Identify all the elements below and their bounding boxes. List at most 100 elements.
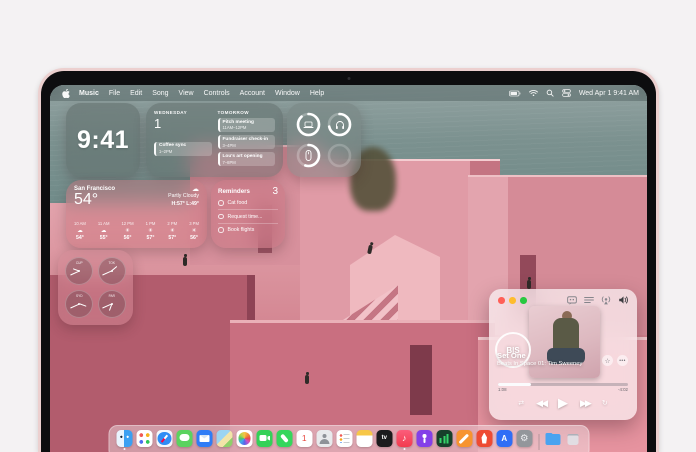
play-button[interactable]: ▶ [558,395,568,411]
dock-icon-playgrounds[interactable] [456,430,473,447]
event-time: 3–4PM [223,143,273,148]
reminder-checkbox[interactable] [218,214,224,220]
dock-icon-rocket[interactable] [476,430,493,447]
reminders-header: Reminders 3 [218,186,278,197]
weather-widget[interactable]: San Francisco 54° ☁ Partly Cloudy H:57° … [66,180,207,248]
calendar-event[interactable]: Pitch meeting 11AM–12PM [218,118,276,132]
dock-icon-finder[interactable] [116,430,133,447]
rewind-button[interactable]: ◀◀ [536,398,546,409]
dock-icon-trash[interactable] [565,430,582,447]
front-camera [347,77,350,80]
menu-bar-clock[interactable]: Wed Apr 1 9:41 AM [575,90,639,97]
event-time: 1–2PM [159,149,209,154]
menu-item-view[interactable]: View [174,90,199,97]
zoom-button[interactable] [520,297,527,304]
clock-widget[interactable]: 9:41 [66,103,140,177]
music-note-icon: ♪ [396,430,413,447]
hour-label: 1 PM [146,221,156,227]
dock-icon-phone[interactable] [276,430,293,447]
dock-icon-app-store[interactable]: A [496,430,513,447]
dock-icon-messages[interactable] [176,430,193,447]
menu-item-controls[interactable]: Controls [199,90,235,97]
playback-controls: ⇄ ◀◀ ▶ ▶▶ ↻ [489,395,637,411]
dock: 1 tv ♪ A ⚙ [108,425,589,452]
weather-hour: 10 AM ☁ 54° [74,221,86,243]
world-clock-tokyo: TOK [98,257,126,285]
menu-item-window[interactable]: Window [270,90,305,97]
dock-icon-settings[interactable]: ⚙ [516,430,533,447]
menu-item-song[interactable]: Song [147,90,173,97]
wifi-icon[interactable] [525,89,542,97]
weather-hour: 1 PM ☀ 57° [146,221,156,243]
world-clock-widget[interactable]: CUP TOK SYD [58,250,133,325]
calendar-event[interactable]: Coffee sync 1–2PM [154,142,212,156]
city-label: CUP [65,261,93,265]
lyrics-icon[interactable] [567,296,577,305]
repeat-button[interactable]: ↻ [602,399,608,407]
menu-item-file[interactable]: File [104,90,125,97]
menu-item-help[interactable]: Help [305,90,329,97]
dock-icon-tv[interactable]: tv [376,430,393,447]
menu-item-edit[interactable]: Edit [125,90,147,97]
dock-icon-downloads-folder[interactable] [545,430,562,447]
dock-icon-safari[interactable] [156,430,173,447]
dock-icon-maps[interactable] [216,430,233,447]
forward-button[interactable]: ▶▶ [580,398,590,409]
control-center-icon[interactable] [558,89,575,97]
dock-icon-music[interactable]: ♪ [396,430,413,447]
running-indicator [123,448,125,450]
dock-icon-facetime[interactable] [256,430,273,447]
favorite-button[interactable]: ☆ [602,355,613,366]
track-title: Set One [497,351,526,360]
dock-icon-stocks[interactable] [436,430,453,447]
apple-menu[interactable] [58,89,74,98]
calendar-widget[interactable]: WEDNESDAY 1 Coffee sync 1–2PM TOMORROW P… [146,103,283,177]
wallpaper-shadow [410,345,432,415]
minimize-button[interactable] [509,297,516,304]
dock-icon-notes[interactable] [356,430,373,447]
reminder-label: Request time... [228,214,263,220]
dock-icon-calendar[interactable]: 1 [296,430,313,447]
calendar-event[interactable]: Fundraiser check-in 3–4PM [218,135,276,149]
menu-item-account[interactable]: Account [235,90,270,97]
reminders-count: 3 [272,186,278,197]
dock-icon-photos[interactable] [236,430,253,447]
search-icon[interactable] [542,89,558,97]
battery-icon[interactable] [505,90,525,97]
airplay-icon[interactable] [601,295,611,305]
reminder-item[interactable]: Book flights [218,224,278,236]
close-button[interactable] [498,297,505,304]
reminders-widget[interactable]: Reminders 3 Cat food Request time... Boo… [211,180,285,248]
tv-logo: tv [376,430,393,447]
weather-left: San Francisco 54° [74,186,115,209]
weather-right: ☁ Partly Cloudy H:57° L:49° [168,186,199,209]
event-time: 11AM–12PM [223,125,273,130]
hour-label: 12 PM [121,221,133,227]
dock-icon-mail[interactable] [196,430,213,447]
reminder-item[interactable]: Cat food [218,197,278,210]
calendar-tomorrow-label: TOMORROW [218,110,276,115]
reminder-checkbox[interactable] [218,227,224,233]
up-next-icon[interactable] [584,296,594,304]
shuffle-button[interactable]: ⇄ [518,399,524,407]
reminder-label: Book flights [228,227,255,233]
page: Music File Edit Song View Controls Accou… [0,0,696,452]
hour-temp: 55° [98,235,110,243]
hour-weather-icon: ☀ [121,227,133,235]
dock-icon-podcasts[interactable] [416,430,433,447]
reminder-item[interactable]: Request time... [218,210,278,223]
reminder-checkbox[interactable] [218,200,224,206]
calendar-event[interactable]: Lou's art opening 7–8PM [218,152,276,166]
menu-item-music[interactable]: Music [74,90,104,97]
world-clock-sydney: SYD [65,290,93,318]
dock-icon-contacts[interactable] [316,430,333,447]
more-button[interactable]: ••• [617,355,628,366]
weather-hour: 2 PM ☀ 57° [167,221,177,243]
batteries-widget[interactable] [287,103,361,177]
dock-icon-reminders[interactable] [336,430,353,447]
progress-bar[interactable] [498,383,628,386]
volume-icon[interactable] [618,295,629,305]
dock-icon-apps[interactable] [136,430,153,447]
music-mini-player-window[interactable]: B|S Set One Beats In Space 01: Tim Sween… [489,289,637,420]
battery-ring-headphones [326,111,353,138]
